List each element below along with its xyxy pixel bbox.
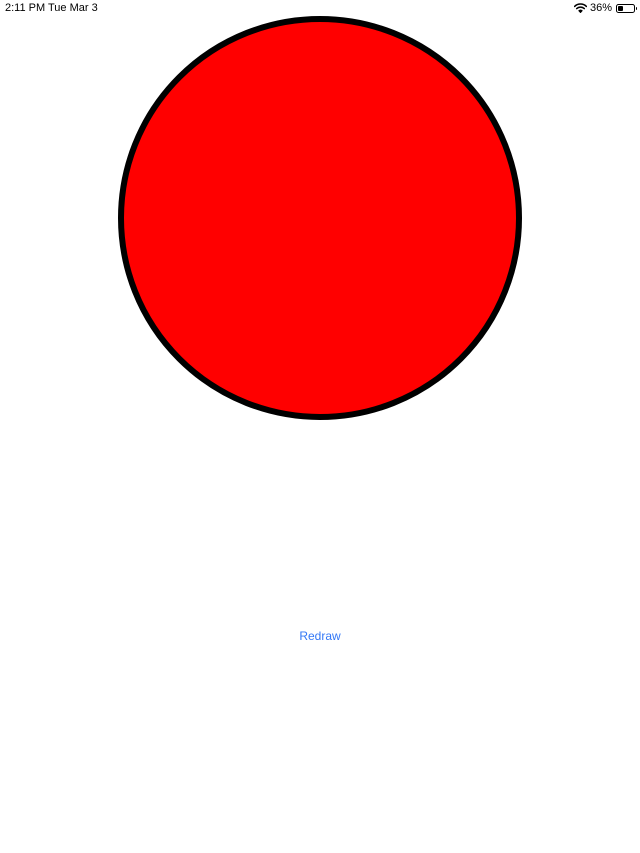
battery-cap (635, 6, 637, 10)
battery-percent: 36% (589, 2, 612, 14)
red-circle (118, 16, 522, 420)
status-bar: 2:11 PM Tue Mar 3 36% (0, 0, 640, 16)
drawing-canvas (117, 15, 523, 421)
app-screen: 2:11 PM Tue Mar 3 36% Redraw (0, 0, 640, 853)
status-indicators: 36% (573, 2, 637, 14)
drawing-svg (118, 16, 522, 420)
status-date: Tue Mar 3 (48, 2, 98, 14)
redraw-button[interactable]: Redraw (270, 626, 370, 646)
battery-icon (616, 3, 637, 13)
battery-level-fill (618, 5, 624, 11)
wifi-icon (573, 3, 587, 13)
status-time: 2:11 PM (5, 2, 46, 14)
